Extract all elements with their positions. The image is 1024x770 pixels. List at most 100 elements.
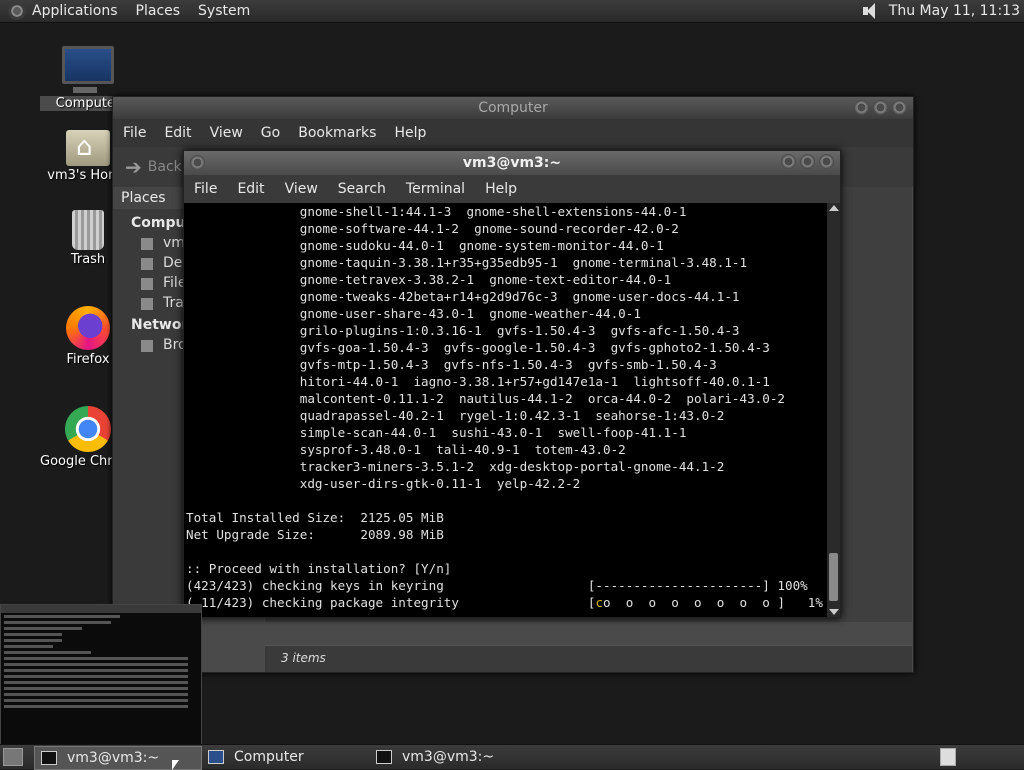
close-button[interactable] (819, 154, 834, 169)
sidebar-item-filesystem[interactable]: File System (113, 275, 185, 291)
maximize-button[interactable] (800, 154, 815, 169)
scrollbar-thumb[interactable] (829, 553, 838, 601)
sidebar-section-network: Network (131, 317, 198, 333)
menu-applications[interactable]: Applications (32, 3, 118, 19)
file-manager-menubar: File Edit View Go Bookmarks Help (113, 119, 913, 147)
menu-edit[interactable]: Edit (164, 125, 191, 141)
terminal-progress-line: ( 11/423) checking package integrity [co… (184, 594, 826, 611)
terminal-line: xdg-user-dirs-gtk-0.11-1 yelp-42.2-2 (186, 476, 581, 491)
taskbar-item-label: vm3@vm3:~ (402, 749, 495, 765)
trash-icon (72, 210, 104, 250)
menu-terminal[interactable]: Terminal (406, 181, 465, 197)
terminal-icon (376, 750, 392, 764)
terminal-line: gvfs-mtp-1.50.4-3 gvfs-nfs-1.50.4-3 gvfs… (186, 357, 717, 372)
desktop-folder-icon (141, 258, 153, 270)
minimize-button[interactable] (781, 154, 796, 169)
file-manager-statusbar: 3 items (265, 645, 912, 672)
scroll-up-icon[interactable] (829, 205, 839, 211)
volume-icon[interactable] (861, 2, 881, 20)
preview-menubar (1, 605, 201, 613)
back-arrow-icon[interactable]: ➔ (125, 155, 142, 179)
progress-prefix: ( 11/423) checking package integrity [ (186, 595, 596, 610)
taskbar-item-terminal-2[interactable]: vm3@vm3:~ (370, 746, 536, 768)
terminal-line: gnome-tetravex-3.38.2-1 gnome-text-edito… (186, 272, 672, 287)
terminal-line: gnome-user-share-43.0-1 gnome-weather-44… (186, 306, 641, 321)
terminal-icon (41, 751, 57, 765)
menu-help[interactable]: Help (485, 181, 517, 197)
bottom-panel: vm3@vm3:~ Computer vm3@vm3:~ (0, 744, 1024, 770)
window-title: vm3@vm3:~ (462, 155, 562, 171)
trash-icon (141, 298, 153, 310)
network-icon (141, 340, 153, 352)
sidebar-item-browse-network[interactable]: Browse Network (113, 337, 185, 353)
computer-icon (208, 750, 224, 764)
terminal-line: gnome-sudoku-44.0-1 gnome-system-monitor… (186, 238, 664, 253)
terminal-line: gnome-taquin-3.38.1+r35+g35edb95-1 gnome… (186, 255, 748, 270)
terminal-titlebar[interactable]: vm3@vm3:~ (184, 151, 840, 175)
top-panel: Applications Places System Thu May 11, 1… (0, 0, 1024, 23)
taskbar-item-computer[interactable]: Computer (202, 746, 368, 768)
sidebar-header[interactable]: Places (113, 187, 185, 209)
terminal-line: sysprof-3.48.0-1 tali-40.9-1 totem-43.0-… (186, 442, 626, 457)
computer-icon (62, 46, 114, 93)
clock[interactable]: Thu May 11, 11:13 (889, 3, 1020, 19)
file-manager-titlebar[interactable]: Computer (113, 97, 913, 119)
minimize-button[interactable] (854, 100, 869, 115)
sidebar-item-desktop[interactable]: Desktop (113, 255, 185, 271)
distro-logo-icon[interactable] (8, 2, 26, 20)
progress-pacman-cursor: c (595, 595, 604, 610)
taskbar-item-label: Computer (234, 749, 304, 765)
menu-system[interactable]: System (198, 3, 250, 19)
menu-view[interactable]: View (210, 125, 243, 141)
menu-edit[interactable]: Edit (237, 181, 264, 197)
menu-help[interactable]: Help (394, 125, 426, 141)
close-button[interactable] (892, 100, 907, 115)
workspace-switcher-icon[interactable] (940, 748, 956, 766)
menu-view[interactable]: View (285, 181, 318, 197)
terminal-line: gnome-shell-1:44.1-3 gnome-shell-extensi… (186, 204, 687, 219)
terminal-scrollbar[interactable] (827, 203, 840, 617)
drive-icon (141, 278, 153, 290)
sidebar-section-computer: Computer (131, 215, 209, 231)
maximize-button[interactable] (873, 100, 888, 115)
show-desktop-icon[interactable] (3, 748, 23, 766)
menu-search[interactable]: Search (338, 181, 386, 197)
sidebar-item-vm3[interactable]: vm3 (113, 235, 185, 251)
home-icon (141, 238, 153, 250)
firefox-icon (66, 306, 110, 350)
progress-suffix: o o o o o o o o ] 1% (603, 595, 823, 610)
terminal-line: quadrapassel-40.2-1 rygel-1:0.42.3-1 sea… (186, 408, 725, 423)
status-item-count: 3 items (281, 651, 326, 665)
menu-file[interactable]: File (123, 125, 146, 141)
terminal-line: (423/423) checking keys in keyring [----… (186, 578, 808, 593)
terminal-output[interactable]: gnome-shell-1:44.1-3 gnome-shell-extensi… (184, 203, 826, 617)
terminal-line: :: Proceed with installation? [Y/n] (186, 561, 452, 576)
home-folder-icon (66, 130, 110, 166)
scroll-down-icon[interactable] (829, 609, 839, 615)
terminal-line: simple-scan-44.0-1 sushi-43.0-1 swell-fo… (186, 425, 687, 440)
terminal-line: grilo-plugins-1:0.3.16-1 gvfs-1.50.4-3 g… (186, 323, 740, 338)
terminal-line: malcontent-0.11.1-2 nautilus-44.1-2 orca… (186, 391, 785, 406)
menu-go[interactable]: Go (261, 125, 280, 141)
terminal-line: tracker3-miners-3.5.1-2 xdg-desktop-port… (186, 459, 725, 474)
terminal-line: gnome-software-44.1-2 gnome-sound-record… (186, 221, 679, 236)
terminal-line: gnome-tweaks-42beta+r14+g2d9d76c-3 gnome… (186, 289, 740, 304)
window-preview-thumbnail[interactable] (0, 604, 202, 746)
menu-places[interactable]: Places (136, 3, 181, 19)
back-button[interactable]: Back (148, 159, 182, 175)
terminal-line: hitori-44.0-1 iagno-3.38.1+r57+gd147e1a-… (186, 374, 770, 389)
window-title: Computer (478, 100, 548, 116)
terminal-menubar: File Edit View Search Terminal Help (184, 175, 840, 203)
terminal-window[interactable]: vm3@vm3:~ File Edit View Search Terminal… (183, 150, 841, 618)
menu-bookmarks[interactable]: Bookmarks (298, 125, 376, 141)
menu-file[interactable]: File (194, 181, 217, 197)
terminal-line: Net Upgrade Size: 2089.98 MiB (186, 527, 444, 542)
window-menu-button[interactable] (190, 155, 205, 170)
sidebar-item-trash[interactable]: Trash (113, 295, 185, 311)
places-sidebar: Places Computer vm3 Desktop File System … (113, 187, 209, 671)
chrome-icon (65, 406, 111, 452)
preview-content (1, 613, 201, 713)
terminal-line: gvfs-goa-1.50.4-3 gvfs-google-1.50.4-3 g… (186, 340, 770, 355)
